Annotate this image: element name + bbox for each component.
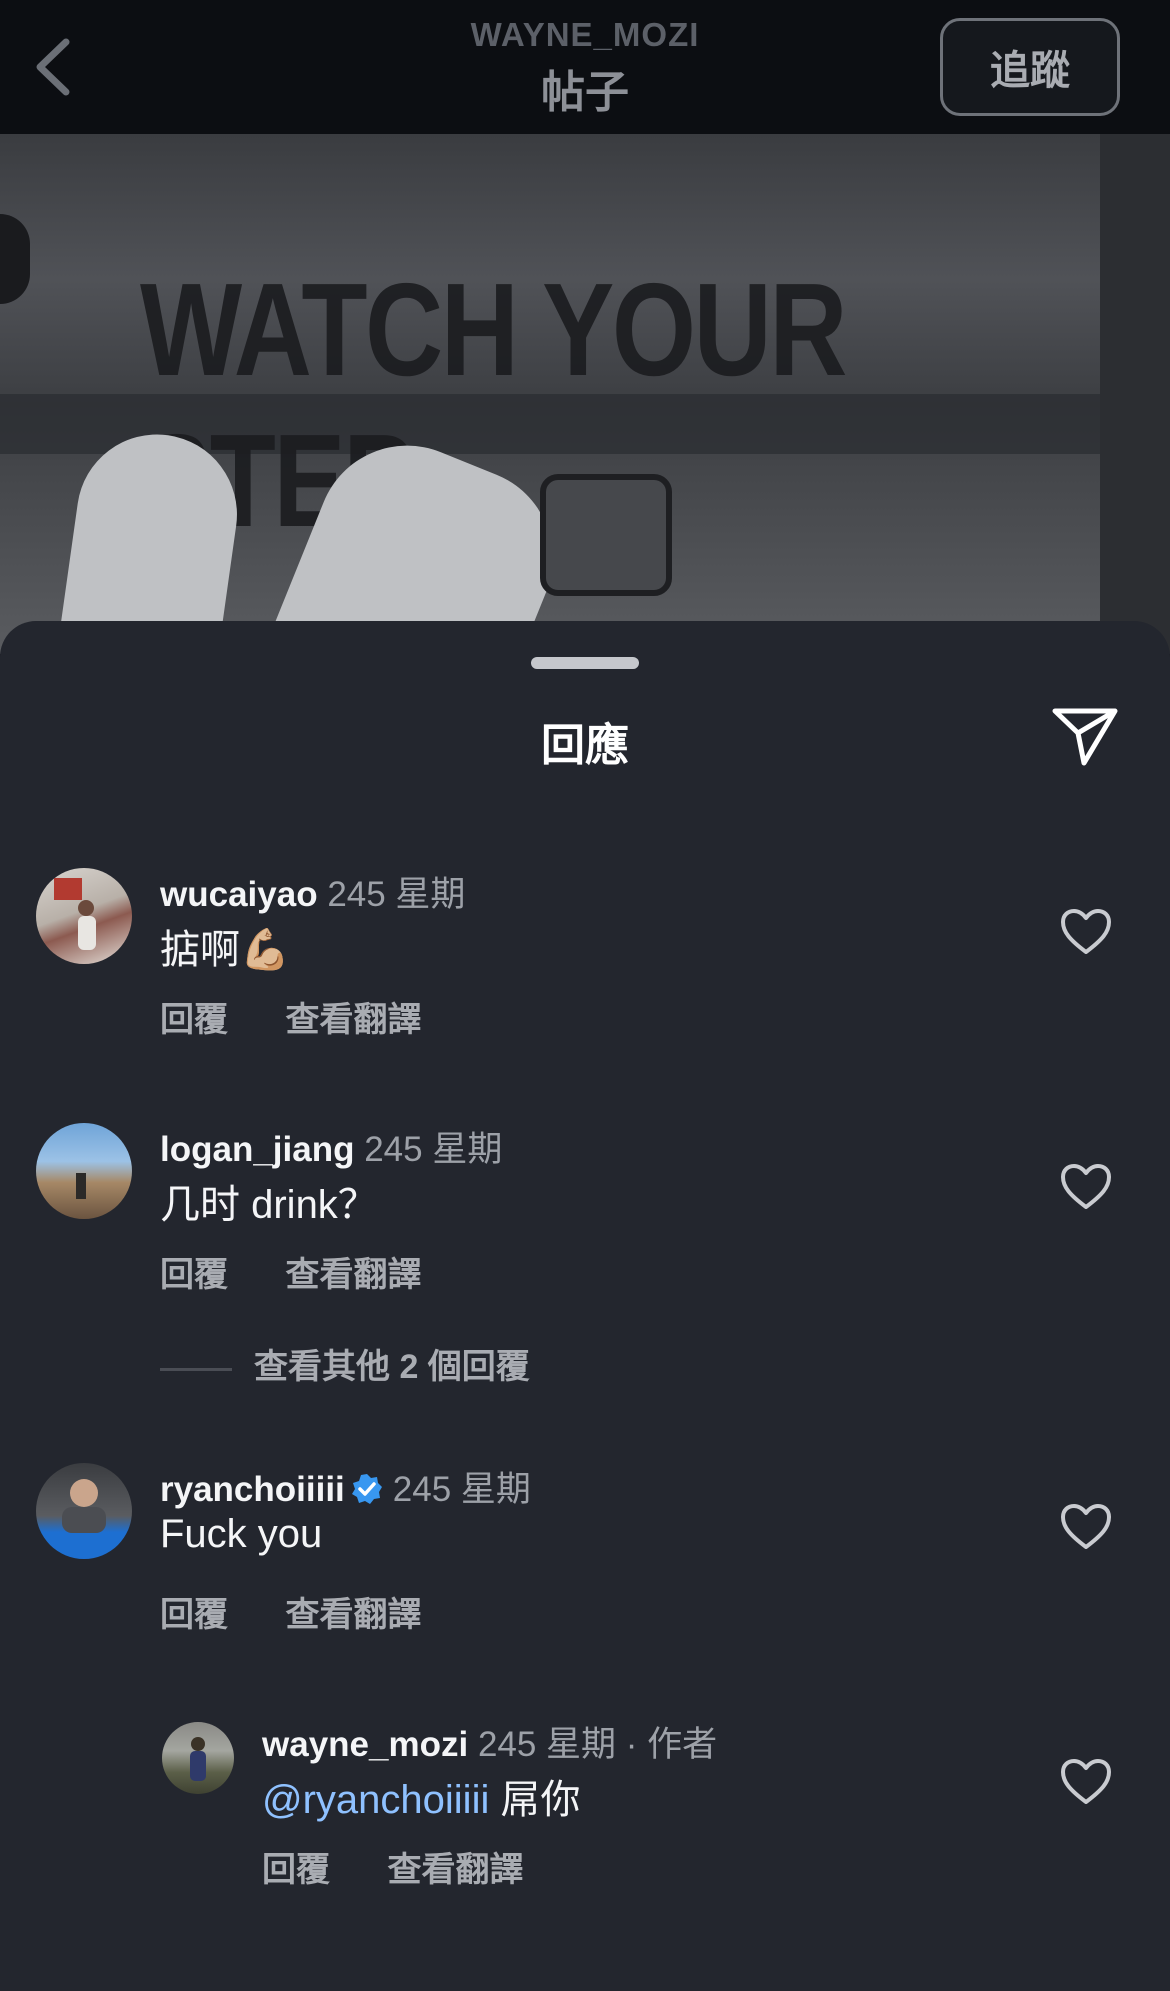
reply-item: wayne_mozi 245 星期 · 作者 @ryanchoiiiii 屌你 … [0, 1694, 1170, 1889]
comment-time: 245 星期 [327, 875, 466, 914]
avatar-figure-icon [54, 878, 96, 950]
avatar[interactable] [36, 1123, 132, 1219]
comment-username[interactable]: wayne_mozi [262, 1725, 468, 1764]
see-translation-button[interactable]: 查看翻譯 [387, 1851, 523, 1889]
comment-meta: ryanchoiiiii 245 星期 [160, 1461, 531, 1512]
comment-username[interactable]: ryanchoiiiii [160, 1470, 345, 1509]
follow-button[interactable]: 追蹤 [940, 18, 1120, 116]
post-photo: WATCH YOUR STEP [0, 134, 1170, 654]
avatar[interactable] [36, 1463, 132, 1559]
photo-left-object [0, 214, 30, 304]
share-send-icon[interactable] [1050, 703, 1120, 769]
avatar[interactable] [36, 868, 132, 964]
view-more-replies[interactable]: 查看其他 2 個回覆 [160, 1339, 530, 1388]
view-more-divider [160, 1367, 232, 1371]
comment-username[interactable]: logan_jiang [160, 1130, 354, 1169]
reply-button[interactable]: 回覆 [262, 1851, 330, 1889]
view-more-label: 查看其他 2 個回覆 [254, 1348, 530, 1386]
reply-button[interactable]: 回覆 [160, 1596, 228, 1634]
comment-text: @ryanchoiiiii 屌你 [262, 1767, 580, 1825]
comment-actions: 回覆 查看翻譯 [160, 1247, 469, 1296]
comment-time: 245 星期 [364, 1130, 503, 1169]
photo-latch [540, 474, 672, 596]
heart-icon[interactable] [1060, 1163, 1112, 1211]
comment-meta: wayne_mozi 245 星期 · 作者 [262, 1716, 717, 1767]
reply-button[interactable]: 回覆 [160, 1256, 228, 1294]
heart-icon[interactable] [1060, 1503, 1112, 1551]
comment-meta: wucaiyao 245 星期 [160, 866, 465, 917]
comment-item: wucaiyao 245 星期 掂啊💪🏼 回覆 查看翻譯 [0, 844, 1170, 1039]
comment-actions: 回覆 查看翻譯 [160, 1587, 469, 1636]
comment-time: 245 星期 [392, 1470, 531, 1509]
avatar-figure-icon [76, 1173, 86, 1199]
avatar[interactable] [162, 1722, 234, 1794]
comment-item: ryanchoiiiii 245 星期 Fuck you 回覆 查看翻譯 [0, 1439, 1170, 1634]
comment-item: logan_jiang 245 星期 几时 drink？ 回覆 查看翻譯 查看其… [0, 1099, 1170, 1386]
see-translation-button[interactable]: 查看翻譯 [285, 1256, 421, 1294]
sheet-grab-handle[interactable] [531, 657, 639, 669]
heart-icon[interactable] [1060, 908, 1112, 956]
comments-sheet: 回應 wucaiyao 245 星期 掂啊💪🏼 回覆 查看翻譯 logan_ji… [0, 621, 1170, 1991]
reply-button[interactable]: 回覆 [160, 1001, 228, 1039]
comment-meta: logan_jiang 245 星期 [160, 1121, 502, 1172]
avatar-figure-icon [62, 1479, 106, 1533]
photo-door-edge [1100, 134, 1170, 654]
comment-time: 245 星期 · 作者 [477, 1725, 718, 1764]
mention-link[interactable]: @ryanchoiiiii [262, 1778, 489, 1822]
verified-badge-icon [351, 1474, 382, 1504]
comment-actions: 回覆 查看翻譯 [262, 1842, 571, 1891]
comment-username[interactable]: wucaiyao [160, 875, 318, 914]
see-translation-button[interactable]: 查看翻譯 [285, 1001, 421, 1039]
comment-actions: 回覆 查看翻譯 [160, 992, 469, 1041]
comment-text: Fuck you [160, 1512, 323, 1556]
top-bar: WAYNE_MOZI 帖子 追蹤 [0, 0, 1170, 134]
sheet-title: 回應 [541, 721, 629, 770]
avatar-figure-icon [190, 1737, 206, 1781]
comment-text: 几时 drink？ [160, 1183, 378, 1227]
see-translation-button[interactable]: 查看翻譯 [285, 1596, 421, 1634]
heart-icon[interactable] [1060, 1758, 1112, 1806]
comment-text: 掂啊💪🏼 [160, 928, 290, 972]
comment-text-body: 屌你 [489, 1778, 581, 1822]
